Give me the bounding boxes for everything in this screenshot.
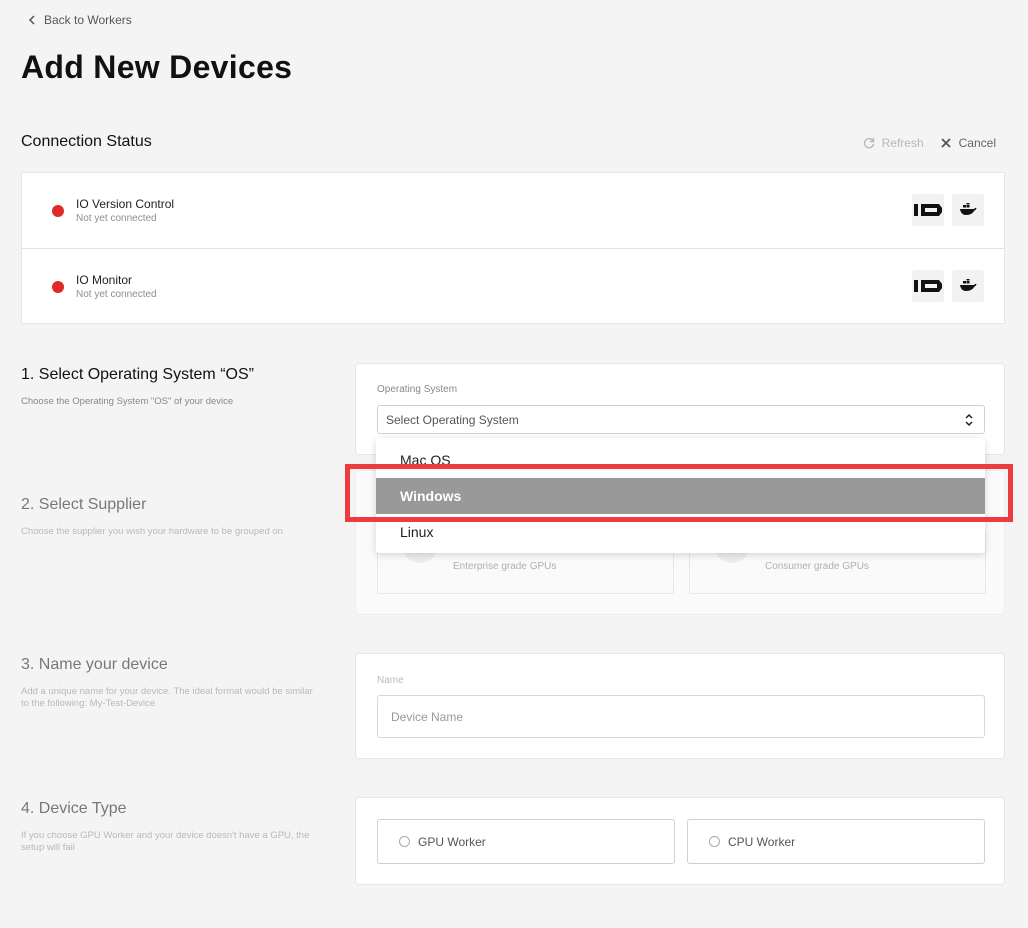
os-option-linux[interactable]: Linux	[376, 514, 985, 550]
docker-icon	[960, 203, 977, 215]
cpu-worker-option[interactable]: CPU Worker	[687, 819, 985, 864]
os-field-label: Operating System	[377, 384, 458, 395]
refresh-label: Refresh	[881, 136, 924, 150]
connection-actions: Refresh Cancel	[863, 136, 996, 150]
cancel-label: Cancel	[958, 136, 996, 150]
chevron-up-down-icon	[965, 413, 973, 427]
os-option-macos[interactable]: Mac OS	[376, 442, 985, 478]
connection-name: IO Version Control	[76, 197, 175, 211]
io-logo-icon	[914, 280, 942, 292]
connection-name: IO Monitor	[76, 273, 133, 287]
radio-icon	[709, 836, 720, 847]
type-section-title: 4. Device Type	[21, 800, 127, 817]
os-select-value: Select Operating System	[386, 412, 519, 427]
supplier-subtitle: Enterprise grade GPUs	[453, 561, 557, 572]
os-dropdown-menu: Mac OS Windows Linux	[376, 438, 985, 553]
status-dot	[52, 281, 64, 293]
refresh-icon	[863, 138, 874, 149]
name-section-description: Add a unique name for your device. The i…	[21, 686, 313, 709]
os-section-description: Choose the Operating System "OS" of your…	[21, 396, 234, 407]
gpu-worker-label: GPU Worker	[418, 834, 486, 849]
close-icon	[941, 138, 951, 148]
connection-status-card: IO Version Control Not yet connected IO …	[21, 172, 1005, 324]
type-section-description: If you choose GPU Worker and your device…	[21, 830, 310, 853]
os-section-title: 1. Select Operating System “OS”	[21, 366, 254, 383]
io-logo-badge[interactable]	[912, 194, 944, 226]
io-logo-badge[interactable]	[912, 270, 944, 302]
chevron-left-icon	[28, 15, 35, 25]
connection-row-version-control: IO Version Control Not yet connected	[22, 173, 1004, 249]
back-to-workers-link[interactable]: Back to Workers	[28, 13, 132, 27]
gpu-worker-option[interactable]: GPU Worker	[377, 819, 675, 864]
os-select[interactable]: Select Operating System	[377, 405, 985, 434]
name-section-title: 3. Name your device	[21, 656, 168, 673]
connection-status-text: Not yet connected	[76, 213, 157, 224]
name-field-label: Name	[377, 675, 404, 686]
supplier-subtitle: Consumer grade GPUs	[765, 561, 869, 572]
io-logo-icon	[914, 204, 942, 216]
docker-icon	[960, 279, 977, 291]
page-title: Add New Devices	[21, 49, 293, 85]
type-panel: GPU Worker CPU Worker	[355, 797, 1005, 885]
back-link-label: Back to Workers	[44, 13, 132, 27]
docker-badge[interactable]	[952, 270, 984, 302]
refresh-button[interactable]: Refresh	[863, 136, 924, 150]
device-name-placeholder: Device Name	[391, 709, 464, 724]
cpu-worker-label: CPU Worker	[728, 834, 796, 849]
docker-badge[interactable]	[952, 194, 984, 226]
radio-icon	[399, 836, 410, 847]
os-option-windows[interactable]: Windows	[376, 478, 985, 514]
supplier-section-description: Choose the supplier you wish your hardwa…	[21, 526, 283, 537]
connection-status-title: Connection Status	[21, 133, 152, 150]
cancel-button[interactable]: Cancel	[940, 136, 996, 150]
supplier-section-title: 2. Select Supplier	[21, 496, 147, 513]
name-panel: Name Device Name	[355, 653, 1005, 759]
status-dot	[52, 204, 64, 217]
connection-row-monitor: IO Monitor Not yet connected	[22, 249, 1004, 325]
connection-status-text: Not yet connected	[76, 289, 157, 300]
device-name-input[interactable]: Device Name	[377, 695, 985, 738]
